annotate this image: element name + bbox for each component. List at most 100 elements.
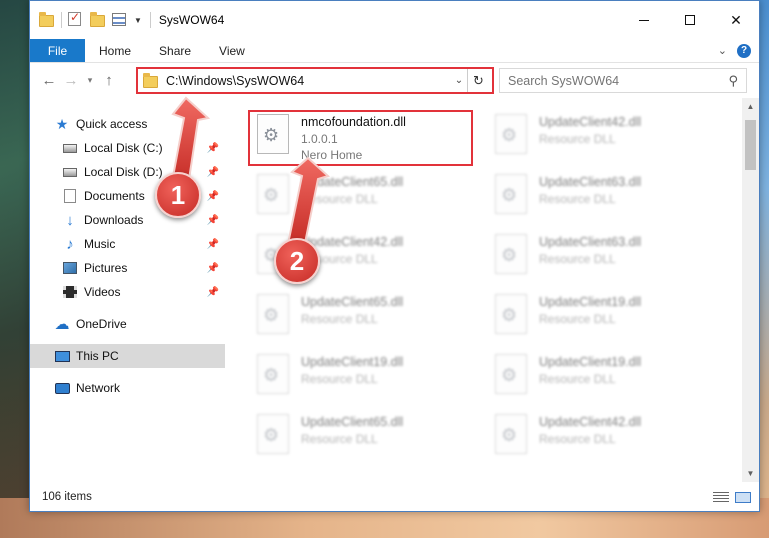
scroll-down-icon[interactable]: ▼: [742, 465, 759, 482]
list-item[interactable]: UpdateClient42.dll Resource DLL: [487, 410, 712, 466]
dll-file-icon: [495, 294, 527, 334]
forward-arrow-icon[interactable]: →: [60, 72, 82, 89]
pictures-icon: [62, 260, 78, 276]
list-item[interactable]: UpdateClient65.dll Resource DLL: [249, 410, 474, 466]
properties-icon[interactable]: [112, 12, 128, 28]
expand-ribbon-chevron-icon[interactable]: ⌄: [718, 44, 727, 57]
pin-icon[interactable]: 📌: [207, 191, 219, 202]
tab-home[interactable]: Home: [85, 39, 145, 62]
step-badge-2: 2: [274, 238, 320, 284]
up-arrow-icon[interactable]: ↑: [98, 72, 120, 89]
ribbon: File Home Share View ⌄ ?: [30, 39, 759, 63]
list-item[interactable]: UpdateClient65.dll Resource DLL: [249, 170, 474, 226]
address-row: ← → ▾ ↑ C:\Windows\SysWOW64 ⌄ ↻ ⚲: [30, 63, 759, 97]
pin-icon[interactable]: 📌: [207, 143, 219, 154]
file-type: Resource DLL: [539, 252, 616, 266]
nav-network[interactable]: Network: [30, 376, 225, 400]
nav-item-local-disk-c[interactable]: Local Disk (C:) 📌: [30, 136, 225, 160]
file-name: UpdateClient42.dll: [301, 235, 404, 249]
list-item[interactable]: UpdateClient65.dll Resource DLL: [249, 290, 474, 346]
file-tab[interactable]: File: [30, 39, 85, 62]
nav-label: Local Disk (C:): [84, 141, 163, 155]
main-body: ★ Quick access Local Disk (C:) 📌 Local D…: [30, 98, 759, 482]
file-name: UpdateClient65.dll: [301, 295, 404, 309]
properties-check-icon[interactable]: [68, 10, 84, 28]
vertical-scrollbar[interactable]: ▲ ▼: [742, 98, 759, 482]
tab-share[interactable]: Share: [145, 39, 205, 62]
list-item[interactable]: UpdateClient19.dll Resource DLL: [249, 350, 474, 406]
nav-label: Downloads: [84, 213, 144, 227]
search-input[interactable]: [508, 73, 708, 88]
nav-onedrive[interactable]: ☁ OneDrive: [30, 312, 225, 336]
nav-item-pictures[interactable]: Pictures 📌: [30, 256, 225, 280]
large-icons-view-icon[interactable]: [735, 491, 751, 503]
ribbon-right: ⌄ ?: [718, 39, 759, 62]
scroll-up-icon[interactable]: ▲: [742, 98, 759, 115]
videos-icon: [62, 284, 78, 300]
folder-icon: [39, 12, 55, 28]
dll-file-icon: [495, 174, 527, 214]
file-type: Resource DLL: [301, 372, 378, 386]
search-box[interactable]: ⚲: [499, 68, 747, 93]
item-count: 106 items: [42, 491, 92, 503]
dll-file-icon: [495, 354, 527, 394]
view-toggle: [713, 491, 751, 503]
dll-file-icon: [495, 114, 527, 154]
pin-icon[interactable]: 📌: [207, 215, 219, 226]
recent-locations-chevron-icon[interactable]: ▾: [82, 75, 98, 86]
tab-view[interactable]: View: [205, 39, 259, 62]
computer-icon: [54, 348, 70, 364]
pin-icon[interactable]: 📌: [207, 263, 219, 274]
nav-quick-access[interactable]: ★ Quick access: [30, 112, 225, 136]
nav-item-downloads[interactable]: ↓ Downloads 📌: [30, 208, 225, 232]
file-name: UpdateClient42.dll: [539, 115, 642, 129]
file-name: UpdateClient19.dll: [539, 295, 642, 309]
search-icon[interactable]: ⚲: [728, 73, 738, 89]
title-separator: [61, 12, 62, 28]
address-bar[interactable]: C:\Windows\SysWOW64 ⌄: [136, 67, 494, 94]
list-item[interactable]: UpdateClient42.dll Resource DLL: [487, 110, 712, 166]
nav-item-videos[interactable]: Videos 📌: [30, 280, 225, 304]
file-type: Resource DLL: [539, 312, 616, 326]
list-item[interactable]: UpdateClient19.dll Resource DLL: [487, 290, 712, 346]
file-name: UpdateClient65.dll: [301, 175, 404, 189]
music-icon: ♪: [66, 235, 74, 253]
window-controls: ✕: [621, 1, 759, 39]
back-arrow-icon[interactable]: ←: [38, 72, 60, 89]
nav-label: Videos: [84, 285, 121, 299]
refresh-button[interactable]: ↻: [467, 69, 489, 92]
nav-item-music[interactable]: ♪ Music 📌: [30, 232, 225, 256]
maximize-button[interactable]: [667, 1, 713, 39]
nav-label: Quick access: [76, 117, 148, 131]
nav-label: Local Disk (D:): [84, 165, 163, 179]
nav-label: Network: [76, 381, 121, 395]
details-view-icon[interactable]: [713, 491, 729, 503]
customize-toolbar-chevron-icon[interactable]: ▼: [134, 16, 142, 25]
help-icon[interactable]: ?: [737, 43, 751, 58]
title-bar: ▼ SysWOW64 ✕: [30, 1, 759, 39]
documents-icon: [62, 188, 78, 204]
status-bar: 106 items: [30, 482, 759, 512]
pin-icon[interactable]: 📌: [207, 239, 219, 250]
pin-icon[interactable]: 📌: [207, 287, 219, 298]
address-dropdown-chevron-icon[interactable]: ⌄: [450, 75, 468, 86]
file-type: Resource DLL: [301, 192, 378, 206]
minimize-icon: [639, 19, 649, 21]
pin-icon[interactable]: 📌: [207, 167, 219, 178]
dll-file-icon: [257, 174, 289, 214]
drive-icon: [62, 140, 78, 156]
refresh-icon: ↻: [473, 72, 484, 88]
close-button[interactable]: ✕: [713, 1, 759, 39]
file-list: nmcofoundation.dll 1.0.0.1 Nero Home Upd…: [225, 98, 759, 482]
navigation-pane: ★ Quick access Local Disk (C:) 📌 Local D…: [30, 98, 225, 482]
new-folder-icon[interactable]: [90, 12, 106, 28]
list-item[interactable]: UpdateClient63.dll Resource DLL: [487, 170, 712, 226]
nav-label: OneDrive: [76, 317, 127, 331]
list-item[interactable]: UpdateClient63.dll Resource DLL: [487, 230, 712, 286]
nav-label: This PC: [76, 349, 119, 363]
list-item[interactable]: UpdateClient19.dll Resource DLL: [487, 350, 712, 406]
nav-this-pc[interactable]: This PC: [30, 344, 225, 368]
minimize-button[interactable]: [621, 1, 667, 39]
scroll-thumb[interactable]: [745, 120, 756, 170]
maximize-icon: [685, 15, 695, 25]
